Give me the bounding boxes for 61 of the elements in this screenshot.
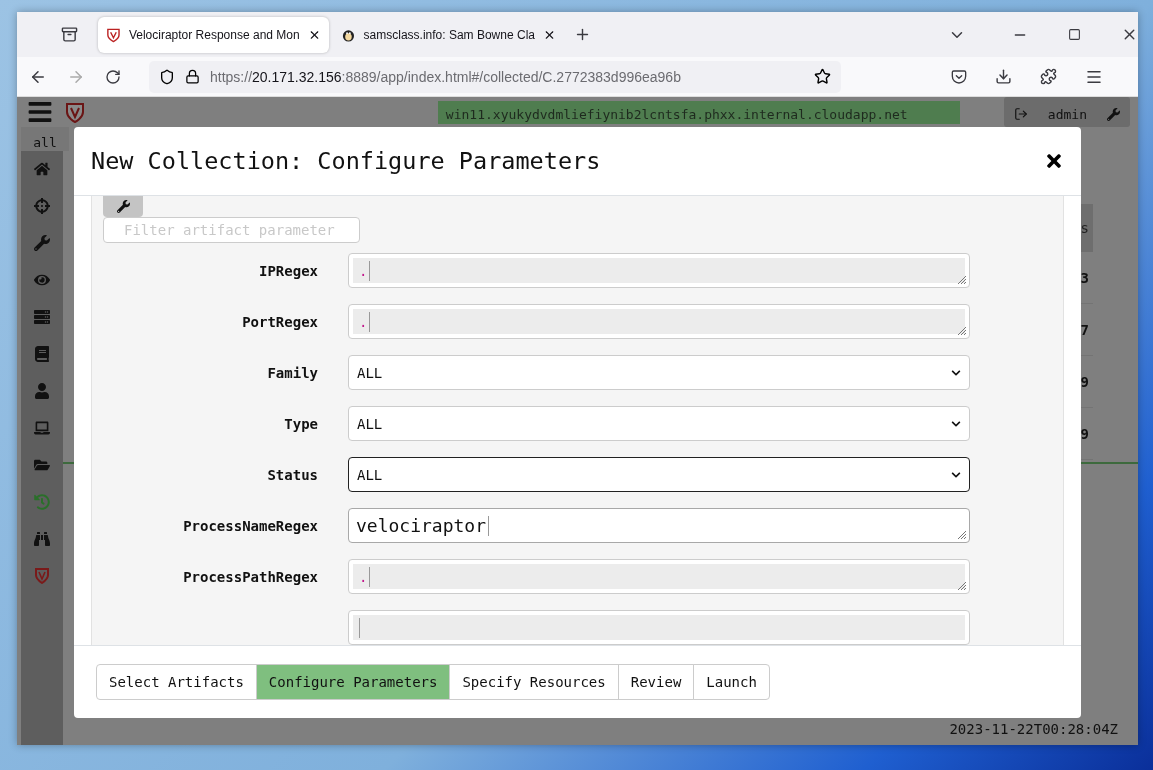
menu-icon[interactable] xyxy=(27,99,53,125)
server-icon[interactable] xyxy=(34,309,50,325)
address-bar[interactable]: https://20.171.32.156:8889/app/index.html#/collected/C.2772383d996ea96b xyxy=(149,60,841,93)
text-area-field[interactable]: . xyxy=(348,253,970,288)
resize-grip-icon[interactable] xyxy=(955,324,967,336)
chevron-down-icon xyxy=(951,469,961,480)
shield-logo-icon xyxy=(106,26,121,43)
parameter-label: Status xyxy=(266,466,318,483)
select-dropdown[interactable]: ALL xyxy=(348,457,970,492)
crosshairs-icon[interactable] xyxy=(34,198,50,214)
wrench-icon xyxy=(116,200,130,214)
star-icon[interactable] xyxy=(814,68,831,85)
dialog-title: New Collection: Configure Parameters xyxy=(91,147,602,175)
browser-tab[interactable]: Velociraptor Response and Mon xyxy=(98,16,329,53)
parameter-label: ProcessPathRegex xyxy=(182,568,318,585)
text-area-field[interactable]: . xyxy=(348,304,970,339)
browser-tab[interactable]: samsclass.info: Sam Bowne Cla xyxy=(332,16,564,53)
new-tab-icon[interactable] xyxy=(574,26,591,43)
maximize-icon[interactable] xyxy=(1068,28,1081,41)
parameter-label: ProcessNameRegex xyxy=(182,517,318,534)
text-area-field[interactable]: velociraptor xyxy=(348,508,970,543)
select-dropdown[interactable]: ALL xyxy=(348,406,970,441)
hostname-badge: win11.xyukydvdmliefiynib2lcntsfa.phxx.internal.cloudapp.net xyxy=(437,100,960,124)
wrench-icon[interactable] xyxy=(34,235,50,251)
step-tab[interactable]: Review xyxy=(617,664,695,700)
shield-logo-icon xyxy=(65,100,85,124)
laptop-icon[interactable] xyxy=(34,420,50,436)
text-area-field[interactable]: . xyxy=(348,559,970,594)
eye-icon[interactable] xyxy=(34,272,50,288)
user-icon[interactable] xyxy=(34,383,50,399)
chevron-down-icon xyxy=(951,418,961,429)
book-icon[interactable] xyxy=(34,346,50,362)
reload-icon[interactable] xyxy=(105,68,121,85)
timestamp: 2023-11-22T00:28:04Z xyxy=(949,721,1118,737)
step-tab[interactable]: Specify Resources xyxy=(449,664,619,700)
text-area-field[interactable] xyxy=(348,610,970,645)
home-icon[interactable] xyxy=(34,161,50,177)
wrench-button[interactable] xyxy=(103,196,143,218)
pocket-icon[interactable] xyxy=(951,68,967,85)
parameter-label: PortRegex xyxy=(241,313,318,330)
close-button[interactable] xyxy=(1044,151,1064,171)
parameter-label: Type xyxy=(283,415,318,432)
step-tab[interactable]: Launch xyxy=(693,664,770,700)
resize-grip-icon[interactable] xyxy=(955,528,967,540)
parameter-label: IPRegex xyxy=(258,262,318,279)
tab-list-icon[interactable] xyxy=(61,26,78,43)
chevron-down-icon xyxy=(951,367,961,378)
tab-label[interactable]: all xyxy=(21,127,69,151)
puzzle-icon[interactable] xyxy=(1040,68,1057,85)
url-text: https://20.171.32.156:8889/app/index.html#/collected/C.2772383d996ea96b xyxy=(210,68,682,85)
step-tab[interactable]: Configure Parameters xyxy=(255,664,451,700)
binoculars-icon[interactable] xyxy=(34,531,50,547)
folder-icon[interactable] xyxy=(34,457,50,473)
step-tab[interactable]: Select Artifacts xyxy=(96,664,257,700)
resize-grip-icon[interactable] xyxy=(955,579,967,591)
select-dropdown[interactable]: ALL xyxy=(348,355,970,390)
parameter-label: Family xyxy=(266,364,318,381)
lock-icon[interactable] xyxy=(185,69,200,84)
resize-grip-icon[interactable] xyxy=(955,273,967,285)
shield-icon[interactable] xyxy=(159,68,175,85)
download-icon[interactable] xyxy=(995,68,1012,85)
